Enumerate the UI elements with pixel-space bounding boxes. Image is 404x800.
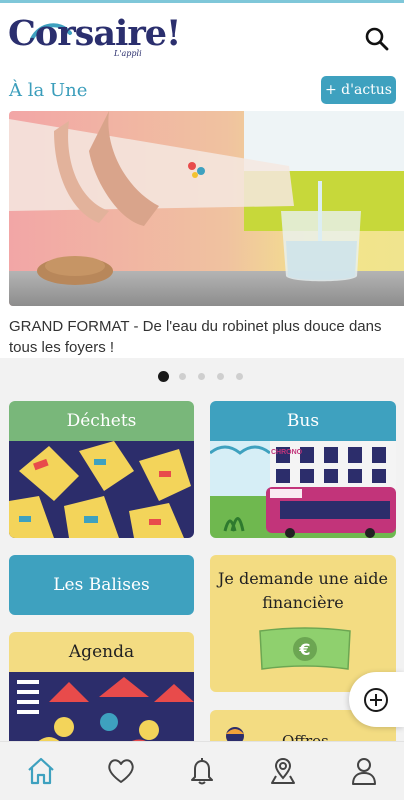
add-circle-icon xyxy=(364,688,388,712)
home-icon xyxy=(28,757,54,785)
carousel-dot[interactable] xyxy=(198,373,205,380)
carousel-dot[interactable] xyxy=(179,373,186,380)
tab-profile[interactable] xyxy=(349,756,379,786)
logo-text: Corsaire! xyxy=(8,13,181,54)
carousel-dot[interactable] xyxy=(236,373,243,380)
card-agenda-title: Agenda xyxy=(68,642,135,662)
logo-subtext: L'appli xyxy=(114,49,142,58)
user-icon xyxy=(352,758,376,785)
card-dechets[interactable]: Déchets xyxy=(9,401,194,538)
tab-map[interactable] xyxy=(268,756,298,786)
card-bus-title: Bus xyxy=(210,401,396,441)
featured-article-caption: GRAND FORMAT - De l'eau du robinet plus … xyxy=(9,318,382,356)
dechets-illustration xyxy=(9,441,194,538)
featured-article-image xyxy=(9,111,404,306)
banknote-icon: € xyxy=(259,627,351,670)
card-aide-financiere[interactable]: Je demande une aide financière € xyxy=(210,555,396,692)
euro-icon: € xyxy=(298,640,310,659)
tab-home[interactable] xyxy=(26,756,56,786)
carousel-dot-active[interactable] xyxy=(158,371,169,382)
bus-chrono-label: CHRONO xyxy=(271,449,303,456)
card-bus[interactable]: Bus CHRONO xyxy=(210,401,396,538)
heart-icon xyxy=(108,759,134,783)
add-shortcut-button[interactable] xyxy=(349,672,404,727)
search-button[interactable] xyxy=(363,25,391,53)
map-pin-icon xyxy=(271,757,295,784)
featured-article[interactable]: GRAND FORMAT - De l'eau du robinet plus … xyxy=(0,111,404,358)
card-dechets-title: Déchets xyxy=(9,401,194,441)
section-title: À la Une xyxy=(9,80,88,101)
bus-illustration: CHRONO xyxy=(210,441,396,538)
card-balises[interactable]: Les Balises xyxy=(9,555,194,615)
bell-icon xyxy=(191,758,213,785)
corsaire-logo[interactable]: Corsaire! L'appli xyxy=(8,13,181,63)
agenda-illustration xyxy=(9,672,194,752)
card-agenda[interactable]: Agenda xyxy=(9,632,194,752)
more-news-button[interactable]: + d'actus xyxy=(321,76,396,104)
bottom-tab-bar xyxy=(0,741,404,800)
search-icon xyxy=(365,27,389,51)
carousel-pagination xyxy=(0,370,404,384)
tab-favorites[interactable] xyxy=(106,756,136,786)
tab-notifications[interactable] xyxy=(187,756,217,786)
carousel-dot[interactable] xyxy=(217,373,224,380)
app-header: Corsaire! L'appli xyxy=(0,3,404,69)
card-aide-title: Je demande une aide financière xyxy=(217,569,389,612)
